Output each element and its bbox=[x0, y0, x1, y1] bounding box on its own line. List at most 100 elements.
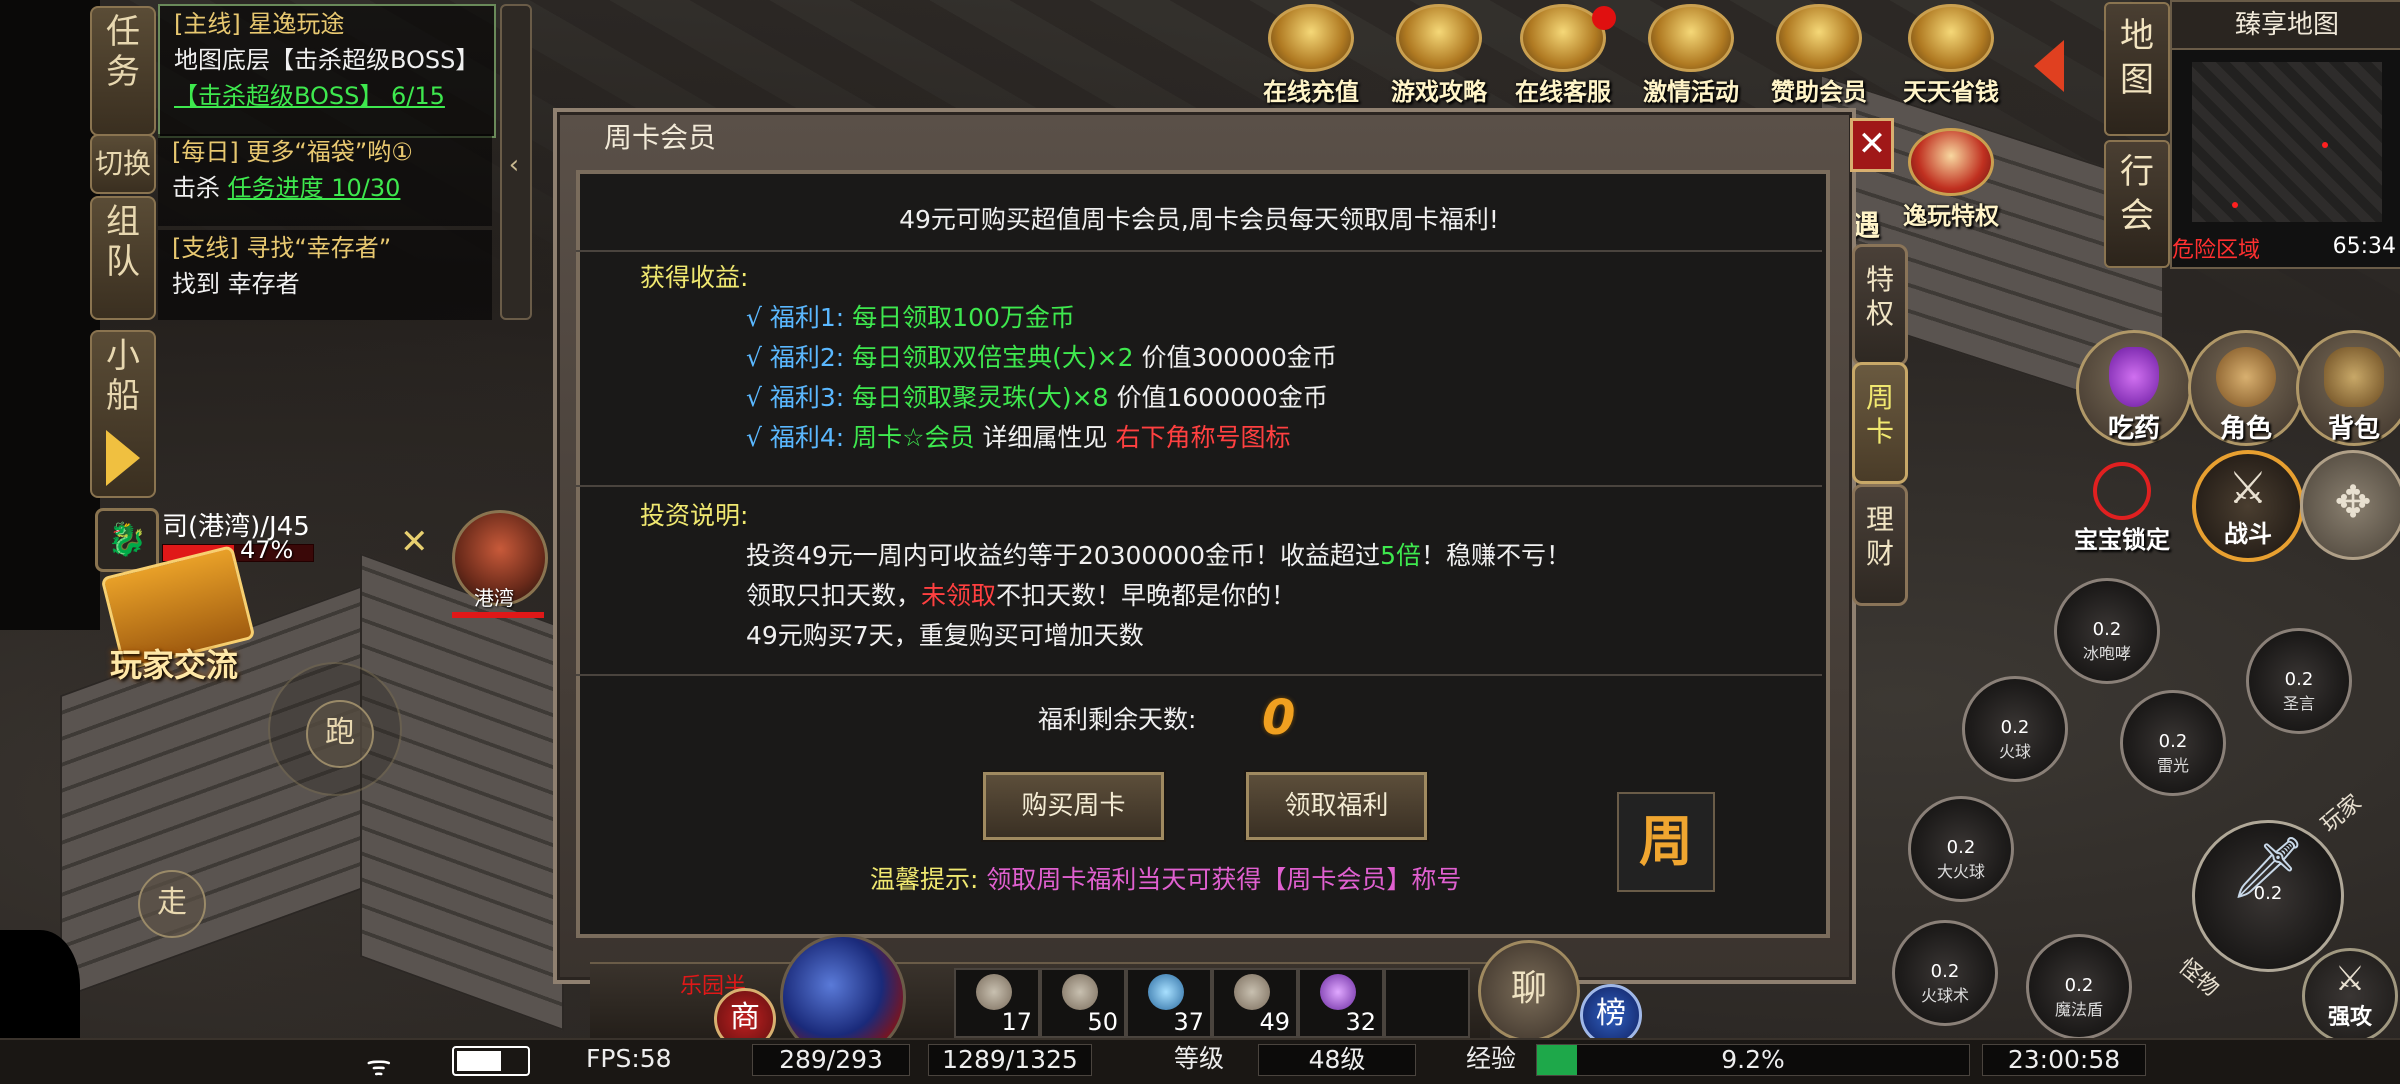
belt-slot-1[interactable]: 17 bbox=[954, 968, 1040, 1038]
tab-quest[interactable]: 任务 bbox=[90, 6, 156, 136]
battery-icon bbox=[452, 1046, 530, 1076]
pet-lock-button[interactable]: 宝宝锁定 bbox=[2072, 462, 2172, 554]
tab-boat-label: 小船 bbox=[106, 336, 140, 416]
privilege-label: 逸玩特权 bbox=[1903, 202, 1999, 230]
invest-highlight: 5倍 bbox=[1380, 541, 1421, 570]
minimap-time: 65:34 bbox=[2332, 234, 2396, 259]
benefit-label: √ 福利2: bbox=[746, 343, 845, 372]
tab-switch[interactable]: 切换 bbox=[90, 134, 156, 194]
item-count: 49 bbox=[1259, 1008, 1290, 1036]
level-value: 48级 bbox=[1258, 1044, 1416, 1076]
dpad-button[interactable]: ✥ bbox=[2300, 450, 2400, 560]
skill-thunder[interactable]: 0.2 雷光 bbox=[2120, 690, 2226, 796]
sponsor-button[interactable]: 赞助会员 bbox=[1764, 4, 1874, 106]
exp-label: 经验 bbox=[1466, 1044, 1517, 1073]
skill-name: 火球术 bbox=[1920, 986, 1969, 1005]
chat-button[interactable]: 聊 bbox=[1478, 940, 1580, 1042]
close-icon[interactable]: ✕ bbox=[1850, 118, 1894, 172]
tab-weekly-card[interactable]: 周卡 bbox=[1852, 362, 1908, 484]
fps-counter: FPS:58 bbox=[586, 1044, 672, 1073]
skill-big-fireball[interactable]: 0.2 大火球 bbox=[1908, 796, 2014, 902]
close-target-icon[interactable]: ✕ bbox=[400, 522, 429, 562]
map-button[interactable]: 地图 bbox=[2104, 2, 2170, 136]
invest-line-1: 投资49元一周内可收益约等于20300000金币！收益超过5倍！稳赚不亏！ bbox=[746, 536, 1571, 576]
run-button[interactable]: 跑 bbox=[306, 700, 374, 768]
belt-slot-3[interactable]: 37 bbox=[1126, 968, 1212, 1038]
benefit-label: √ 福利4: bbox=[746, 423, 845, 452]
belt-slot-4[interactable]: 49 bbox=[1212, 968, 1298, 1038]
tab-boat[interactable]: 小船 bbox=[90, 330, 156, 498]
belt-slot-2[interactable]: 50 bbox=[1040, 968, 1126, 1038]
quest-progress-link[interactable]: 【击杀超级BOSS】 6/15 bbox=[160, 78, 494, 114]
event-button[interactable]: 激情活动 bbox=[1636, 4, 1746, 106]
minimap-enemy-dot bbox=[2322, 142, 2328, 148]
level-label: 等级 bbox=[1174, 1044, 1225, 1073]
savings-button[interactable]: 天天省钱 bbox=[1896, 4, 2006, 106]
benefit-text: 周卡☆会员 bbox=[852, 423, 975, 452]
potion-item-icon bbox=[1148, 974, 1184, 1010]
dark-area bbox=[0, 0, 100, 630]
player-chat-label[interactable]: 玩家交流 bbox=[110, 640, 238, 686]
walk-button[interactable]: 走 bbox=[138, 870, 206, 938]
target-lock-icon bbox=[2093, 462, 2151, 520]
benefits-header: 获得收益: bbox=[640, 263, 749, 292]
diamond-icon bbox=[1908, 128, 1994, 196]
skill-ice-roar[interactable]: 0.2 冰咆哮 bbox=[2054, 578, 2160, 684]
partial-icon-label: 遇 bbox=[1852, 209, 1881, 242]
bag-icon bbox=[2324, 347, 2384, 407]
quest-desc: 地图底层【击杀超级BOSS】 bbox=[174, 46, 480, 74]
minimap-terrain bbox=[2192, 62, 2382, 222]
avatar-name: 港湾 bbox=[474, 586, 514, 610]
collapse-icons-arrow-icon[interactable] bbox=[2034, 40, 2064, 92]
potion-button[interactable]: 吃药 bbox=[2076, 330, 2192, 446]
battle-button[interactable]: ⚔ 战斗 bbox=[2192, 450, 2304, 562]
tab-team[interactable]: 组队 bbox=[90, 196, 156, 320]
minimap[interactable]: 臻享地图 危险区域 65:34 bbox=[2170, 0, 2400, 269]
skill-cooldown: 0.2 bbox=[2158, 731, 2188, 752]
dragon-emblem-icon[interactable]: 🐉 bbox=[95, 508, 159, 572]
item-count: 50 bbox=[1087, 1008, 1118, 1036]
benefit-label: √ 福利3: bbox=[746, 383, 845, 412]
buy-card-button[interactable]: 购买周卡 bbox=[983, 772, 1164, 840]
belt-slot-5[interactable]: 32 bbox=[1298, 968, 1384, 1038]
belt-slot-6[interactable] bbox=[1384, 968, 1470, 1038]
bag-label: 背包 bbox=[2327, 414, 2380, 444]
tab-privilege[interactable]: 特权 bbox=[1852, 244, 1908, 366]
remaining-days-value: 0 bbox=[1262, 690, 1296, 746]
tip-text: 领取周卡福利当天可获得【周卡会员】称号 bbox=[986, 865, 1462, 894]
ranking-button[interactable]: 榜 bbox=[1580, 984, 1642, 1046]
skill-fireball[interactable]: 0.2 火球 bbox=[1962, 676, 2068, 782]
skill-magic-shield[interactable]: 0.2 魔法盾 bbox=[2026, 934, 2132, 1040]
savings-label: 天天省钱 bbox=[1903, 78, 1999, 106]
invest-text: 不扣天数！早晚都是你的！ bbox=[996, 581, 1297, 610]
skill-holy-word[interactable]: 0.2 圣言 bbox=[2246, 628, 2352, 734]
battery-level bbox=[457, 1051, 501, 1071]
character-label: 角色 bbox=[2219, 414, 2272, 444]
character-button[interactable]: 角色 bbox=[2188, 330, 2304, 446]
quest-progress-link[interactable]: 任务进度 10/30 bbox=[228, 174, 401, 202]
bag-button[interactable]: 背包 bbox=[2296, 330, 2400, 446]
quest-item-side[interactable]: [支线] 寻找“幸存者” 找到 幸存者 bbox=[158, 230, 492, 320]
skill-name: 冰咆哮 bbox=[2082, 644, 2131, 663]
guild-button[interactable]: 行会 bbox=[2104, 140, 2170, 268]
collapse-arrow-icon[interactable]: ‹ bbox=[502, 140, 526, 190]
guide-scroll-icon bbox=[1396, 4, 1482, 72]
tab-finance[interactable]: 理财 bbox=[1852, 484, 1908, 606]
claim-benefit-button[interactable]: 领取福利 bbox=[1246, 772, 1427, 840]
skill-fire-art[interactable]: 0.2 火球术 bbox=[1892, 920, 1998, 1026]
invest-highlight: 未领取 bbox=[921, 581, 997, 610]
potion-label: 吃药 bbox=[2107, 414, 2160, 444]
avatar-hp-bar bbox=[452, 612, 544, 618]
benefit-text: 每日领取100万金币 bbox=[852, 303, 1075, 332]
benefit-3: √ 福利3: 每日领取聚灵珠(大)×8 价值1600000金币 bbox=[746, 378, 1328, 418]
quest-item-main[interactable]: [主线] 星逸玩途 地图底层【击杀超级BOSS】 【击杀超级BOSS】 6/15 bbox=[158, 4, 496, 138]
skill-main-attack[interactable]: 🗡 0.2 bbox=[2192, 820, 2344, 972]
benefit-1: √ 福利1: 每日领取100万金币 bbox=[746, 298, 1075, 338]
privilege-button[interactable]: 逸玩特权 bbox=[1896, 128, 2006, 230]
benefit-text: 每日领取聚灵珠(大)×8 bbox=[852, 383, 1109, 412]
topup-button[interactable]: 在线充值 bbox=[1256, 4, 1366, 106]
move-arrows-icon: ✥ bbox=[2334, 477, 2372, 528]
force-attack-button[interactable]: ⚔ 强攻 bbox=[2302, 948, 2398, 1044]
guide-button[interactable]: 游戏攻略 bbox=[1384, 4, 1494, 106]
quest-item-daily[interactable]: [每日] 更多“福袋”哟① 击杀 任务进度 10/30 bbox=[158, 134, 492, 226]
